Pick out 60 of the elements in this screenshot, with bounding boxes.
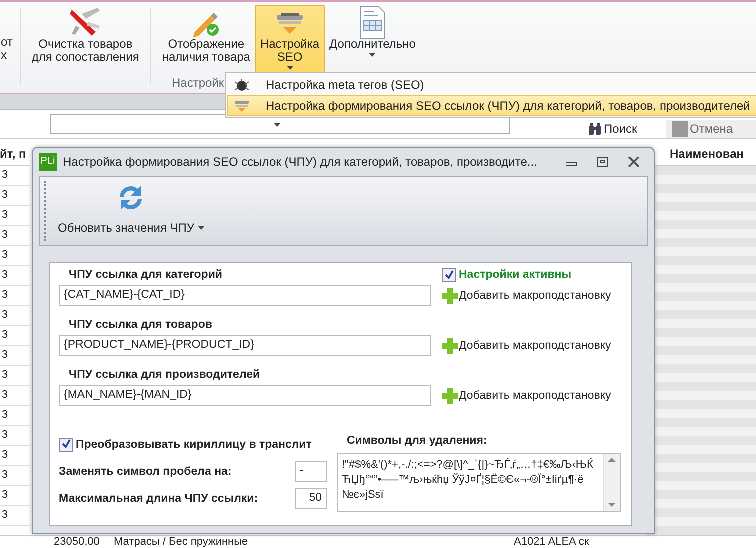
- table-cell: 3: [0, 486, 30, 506]
- maximize-icon[interactable]: [597, 157, 608, 167]
- input-field[interactable]: 50: [295, 488, 327, 509]
- table-cell: A1021 ALEA ск: [514, 536, 590, 548]
- field-label: Максимальная длина ЧПУ ссылки:: [59, 492, 258, 504]
- ribbon-button[interactable]: от х: [0, 5, 14, 93]
- column-header[interactable]: йт, п: [0, 139, 30, 166]
- checkbox-label: Настройки активны: [459, 269, 572, 281]
- table-cell: 3: [0, 286, 30, 306]
- table-cell: 3: [0, 506, 30, 526]
- field-label: Символы для удаления:: [346, 434, 488, 449]
- table-cell: 3: [0, 166, 30, 186]
- table-cell: 3: [0, 306, 30, 326]
- bug-icon: [234, 76, 250, 92]
- window-title: Настройка формирования SEO ссылок (ЧПУ) для категорий, товаров, производите...: [63, 155, 538, 169]
- table-cell-text: Матрасы / Бес пружинные: [114, 536, 250, 548]
- table-cell: 3: [0, 366, 30, 386]
- table-cell: 3: [0, 226, 30, 246]
- close-icon[interactable]: [628, 157, 640, 167]
- group-label: Настройк: [172, 76, 224, 90]
- checkbox[interactable]: [442, 268, 456, 282]
- table-cell: 3: [0, 206, 30, 226]
- field-label: ЧПУ ссылка для производителей: [68, 368, 262, 383]
- ribbon-button[interactable]: Очистка товаров для сопоставления: [26, 5, 144, 93]
- table-cell: 3: [0, 406, 30, 426]
- add-macro-button[interactable]: Добавить макроподстановку: [442, 385, 621, 406]
- plus-icon: [442, 338, 458, 354]
- table-cell: 3: [0, 346, 30, 366]
- input-field[interactable]: {CAT_NAME}-{CAT_ID}: [59, 285, 431, 306]
- field-label: ЧПУ ссылка для товаров: [68, 318, 214, 333]
- table-cell: 3: [0, 466, 30, 486]
- binoculars-icon: [588, 123, 602, 135]
- field-label: Заменять символ пробела на:: [59, 466, 232, 478]
- table-cell: 3: [0, 446, 30, 466]
- table-cell: 3: [0, 326, 30, 346]
- checkbox-label: Преобразовывать кириллицу в транслит: [76, 438, 312, 450]
- scrollbar[interactable]: [603, 454, 620, 511]
- plus-icon: [442, 388, 458, 404]
- table-cell: 3: [0, 186, 30, 206]
- input-field[interactable]: {MAN_NAME}-{MAN_ID}: [59, 385, 431, 406]
- table-cell-text: 23050,00: [54, 536, 101, 548]
- menu-item[interactable]: Настройка формирования SEO ссылок (ЧПУ) для категорий, товаров, производителей: [227, 95, 756, 116]
- cancel-icon: [672, 121, 688, 137]
- input-field[interactable]: {PRODUCT_NAME}-{PRODUCT_ID}: [59, 335, 431, 356]
- dropdown-arrow-icon: [274, 123, 280, 127]
- checkbox[interactable]: [59, 438, 73, 452]
- table-document-icon: [358, 6, 387, 40]
- input-field[interactable]: -: [295, 461, 327, 482]
- app-logo: PLi: [39, 153, 57, 171]
- table-cell: 3: [0, 266, 30, 286]
- search-button[interactable]: Поиск: [582, 120, 644, 138]
- table-cell: 3: [0, 386, 30, 406]
- cancel-button[interactable]: Отмена: [666, 120, 756, 138]
- plus-icon: [442, 288, 458, 304]
- table-cell: 3: [0, 426, 30, 446]
- field-label: ЧПУ ссылка для категорий: [68, 268, 224, 283]
- add-macro-button[interactable]: Добавить макроподстановку: [442, 335, 621, 356]
- table-cell: 3: [0, 246, 30, 266]
- refresh-button[interactable]: Обновить значения ЧПУ: [54, 177, 209, 245]
- add-macro-button[interactable]: Добавить макроподстановку: [442, 285, 621, 306]
